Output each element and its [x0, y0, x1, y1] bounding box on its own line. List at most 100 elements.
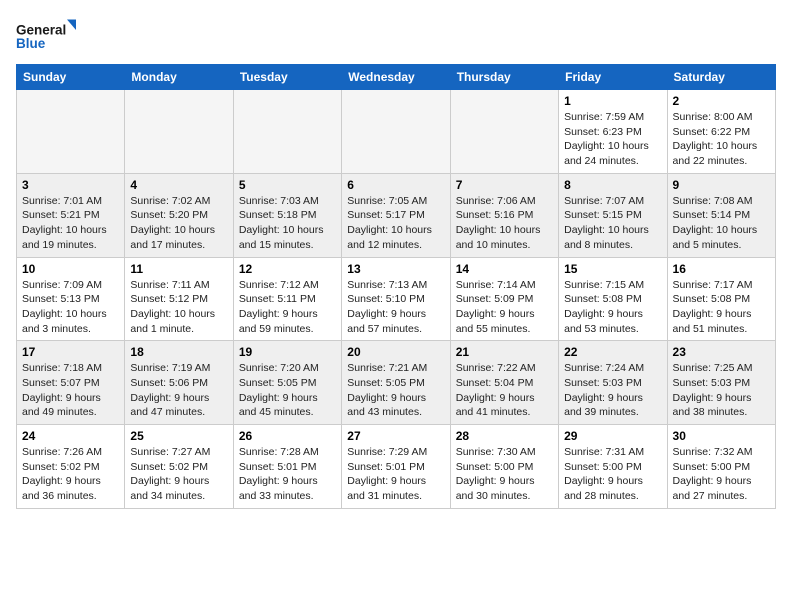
calendar-cell: 27 Sunrise: 7:29 AM Sunset: 5:01 PM Dayli…: [342, 425, 450, 509]
day-info: Sunrise: 7:19 AM Sunset: 5:06 PM Dayligh…: [130, 361, 227, 420]
day-number: 20: [347, 345, 444, 359]
weekday-header-wednesday: Wednesday: [342, 65, 450, 90]
calendar-cell: 23 Sunrise: 7:25 AM Sunset: 5:03 PM Dayli…: [667, 341, 775, 425]
day-info: Sunrise: 7:06 AM Sunset: 5:16 PM Dayligh…: [456, 194, 553, 253]
calendar-cell: 12 Sunrise: 7:12 AM Sunset: 5:11 PM Dayli…: [233, 257, 341, 341]
day-info: Sunrise: 7:03 AM Sunset: 5:18 PM Dayligh…: [239, 194, 336, 253]
day-number: 18: [130, 345, 227, 359]
weekday-header-sunday: Sunday: [17, 65, 125, 90]
day-number: 11: [130, 262, 227, 276]
day-number: 14: [456, 262, 553, 276]
day-info: Sunrise: 7:01 AM Sunset: 5:21 PM Dayligh…: [22, 194, 119, 253]
day-info: Sunrise: 7:27 AM Sunset: 5:02 PM Dayligh…: [130, 445, 227, 504]
day-info: Sunrise: 7:09 AM Sunset: 5:13 PM Dayligh…: [22, 278, 119, 337]
calendar-cell: 8 Sunrise: 7:07 AM Sunset: 5:15 PM Daylig…: [559, 173, 667, 257]
page-header: General Blue: [16, 16, 776, 56]
day-number: 23: [673, 345, 770, 359]
day-number: 2: [673, 94, 770, 108]
day-info: Sunrise: 7:21 AM Sunset: 5:05 PM Dayligh…: [347, 361, 444, 420]
calendar-cell: 30 Sunrise: 7:32 AM Sunset: 5:00 PM Dayli…: [667, 425, 775, 509]
day-info: Sunrise: 7:15 AM Sunset: 5:08 PM Dayligh…: [564, 278, 661, 337]
calendar-cell: 22 Sunrise: 7:24 AM Sunset: 5:03 PM Dayli…: [559, 341, 667, 425]
day-info: Sunrise: 7:24 AM Sunset: 5:03 PM Dayligh…: [564, 361, 661, 420]
day-info: Sunrise: 7:07 AM Sunset: 5:15 PM Dayligh…: [564, 194, 661, 253]
calendar-cell: 15 Sunrise: 7:15 AM Sunset: 5:08 PM Dayli…: [559, 257, 667, 341]
day-number: 6: [347, 178, 444, 192]
day-number: 21: [456, 345, 553, 359]
day-number: 13: [347, 262, 444, 276]
day-info: Sunrise: 7:30 AM Sunset: 5:00 PM Dayligh…: [456, 445, 553, 504]
weekday-header-thursday: Thursday: [450, 65, 558, 90]
day-number: 10: [22, 262, 119, 276]
day-number: 29: [564, 429, 661, 443]
day-info: Sunrise: 7:20 AM Sunset: 5:05 PM Dayligh…: [239, 361, 336, 420]
calendar-cell: 26 Sunrise: 7:28 AM Sunset: 5:01 PM Dayli…: [233, 425, 341, 509]
day-info: Sunrise: 7:26 AM Sunset: 5:02 PM Dayligh…: [22, 445, 119, 504]
calendar-cell: 28 Sunrise: 7:30 AM Sunset: 5:00 PM Dayli…: [450, 425, 558, 509]
day-number: 26: [239, 429, 336, 443]
day-number: 22: [564, 345, 661, 359]
weekday-header-saturday: Saturday: [667, 65, 775, 90]
calendar-cell: 11Sunrise: 7:11 AM Sunset: 5:12 PM Dayli…: [125, 257, 233, 341]
day-info: Sunrise: 7:08 AM Sunset: 5:14 PM Dayligh…: [673, 194, 770, 253]
calendar-cell: 4 Sunrise: 7:02 AM Sunset: 5:20 PM Daylig…: [125, 173, 233, 257]
day-number: 5: [239, 178, 336, 192]
calendar-cell: 17 Sunrise: 7:18 AM Sunset: 5:07 PM Dayli…: [17, 341, 125, 425]
day-info: Sunrise: 7:22 AM Sunset: 5:04 PM Dayligh…: [456, 361, 553, 420]
calendar-table: SundayMondayTuesdayWednesdayThursdayFrid…: [16, 64, 776, 509]
calendar-cell: 2 Sunrise: 8:00 AM Sunset: 6:22 PM Daylig…: [667, 90, 775, 174]
day-number: 15: [564, 262, 661, 276]
weekday-header-monday: Monday: [125, 65, 233, 90]
day-info: Sunrise: 7:28 AM Sunset: 5:01 PM Dayligh…: [239, 445, 336, 504]
day-info: Sunrise: 7:59 AM Sunset: 6:23 PM Dayligh…: [564, 110, 661, 169]
calendar-cell: [342, 90, 450, 174]
day-info: Sunrise: 7:18 AM Sunset: 5:07 PM Dayligh…: [22, 361, 119, 420]
day-info: Sunrise: 7:32 AM Sunset: 5:00 PM Dayligh…: [673, 445, 770, 504]
calendar-cell: [233, 90, 341, 174]
day-number: 4: [130, 178, 227, 192]
day-number: 9: [673, 178, 770, 192]
day-info: Sunrise: 7:25 AM Sunset: 5:03 PM Dayligh…: [673, 361, 770, 420]
calendar-cell: 21 Sunrise: 7:22 AM Sunset: 5:04 PM Dayli…: [450, 341, 558, 425]
day-number: 16: [673, 262, 770, 276]
day-info: Sunrise: 7:14 AM Sunset: 5:09 PM Dayligh…: [456, 278, 553, 337]
day-number: 30: [673, 429, 770, 443]
calendar-cell: 5 Sunrise: 7:03 AM Sunset: 5:18 PM Daylig…: [233, 173, 341, 257]
day-number: 24: [22, 429, 119, 443]
svg-text:General: General: [16, 23, 66, 38]
day-info: Sunrise: 7:02 AM Sunset: 5:20 PM Dayligh…: [130, 194, 227, 253]
day-number: 3: [22, 178, 119, 192]
day-number: 17: [22, 345, 119, 359]
calendar-cell: 18 Sunrise: 7:19 AM Sunset: 5:06 PM Dayli…: [125, 341, 233, 425]
day-info: Sunrise: 7:17 AM Sunset: 5:08 PM Dayligh…: [673, 278, 770, 337]
svg-text:Blue: Blue: [16, 36, 46, 51]
calendar-cell: 29 Sunrise: 7:31 AM Sunset: 5:00 PM Dayli…: [559, 425, 667, 509]
calendar-cell: 20 Sunrise: 7:21 AM Sunset: 5:05 PM Dayli…: [342, 341, 450, 425]
day-info: Sunrise: 8:00 AM Sunset: 6:22 PM Dayligh…: [673, 110, 770, 169]
day-info: Sunrise: 7:29 AM Sunset: 5:01 PM Dayligh…: [347, 445, 444, 504]
day-number: 27: [347, 429, 444, 443]
day-info: Sunrise: 7:12 AM Sunset: 5:11 PM Dayligh…: [239, 278, 336, 337]
calendar-cell: [125, 90, 233, 174]
day-number: 19: [239, 345, 336, 359]
calendar-cell: 14 Sunrise: 7:14 AM Sunset: 5:09 PM Dayli…: [450, 257, 558, 341]
calendar-cell: 3 Sunrise: 7:01 AM Sunset: 5:21 PM Daylig…: [17, 173, 125, 257]
day-number: 1: [564, 94, 661, 108]
calendar-cell: 24 Sunrise: 7:26 AM Sunset: 5:02 PM Dayli…: [17, 425, 125, 509]
day-info: Sunrise: 7:05 AM Sunset: 5:17 PM Dayligh…: [347, 194, 444, 253]
calendar-cell: 19 Sunrise: 7:20 AM Sunset: 5:05 PM Dayli…: [233, 341, 341, 425]
weekday-header-tuesday: Tuesday: [233, 65, 341, 90]
calendar-cell: 6 Sunrise: 7:05 AM Sunset: 5:17 PM Daylig…: [342, 173, 450, 257]
day-info: Sunrise: 7:13 AM Sunset: 5:10 PM Dayligh…: [347, 278, 444, 337]
day-number: 28: [456, 429, 553, 443]
calendar-cell: 13 Sunrise: 7:13 AM Sunset: 5:10 PM Dayli…: [342, 257, 450, 341]
day-number: 12: [239, 262, 336, 276]
day-number: 7: [456, 178, 553, 192]
calendar-cell: 9 Sunrise: 7:08 AM Sunset: 5:14 PM Daylig…: [667, 173, 775, 257]
calendar-cell: 7 Sunrise: 7:06 AM Sunset: 5:16 PM Daylig…: [450, 173, 558, 257]
calendar-cell: 1 Sunrise: 7:59 AM Sunset: 6:23 PM Daylig…: [559, 90, 667, 174]
logo-svg: General Blue: [16, 16, 76, 56]
calendar-cell: 10 Sunrise: 7:09 AM Sunset: 5:13 PM Dayli…: [17, 257, 125, 341]
day-info: Sunrise: 7:31 AM Sunset: 5:00 PM Dayligh…: [564, 445, 661, 504]
day-number: 8: [564, 178, 661, 192]
